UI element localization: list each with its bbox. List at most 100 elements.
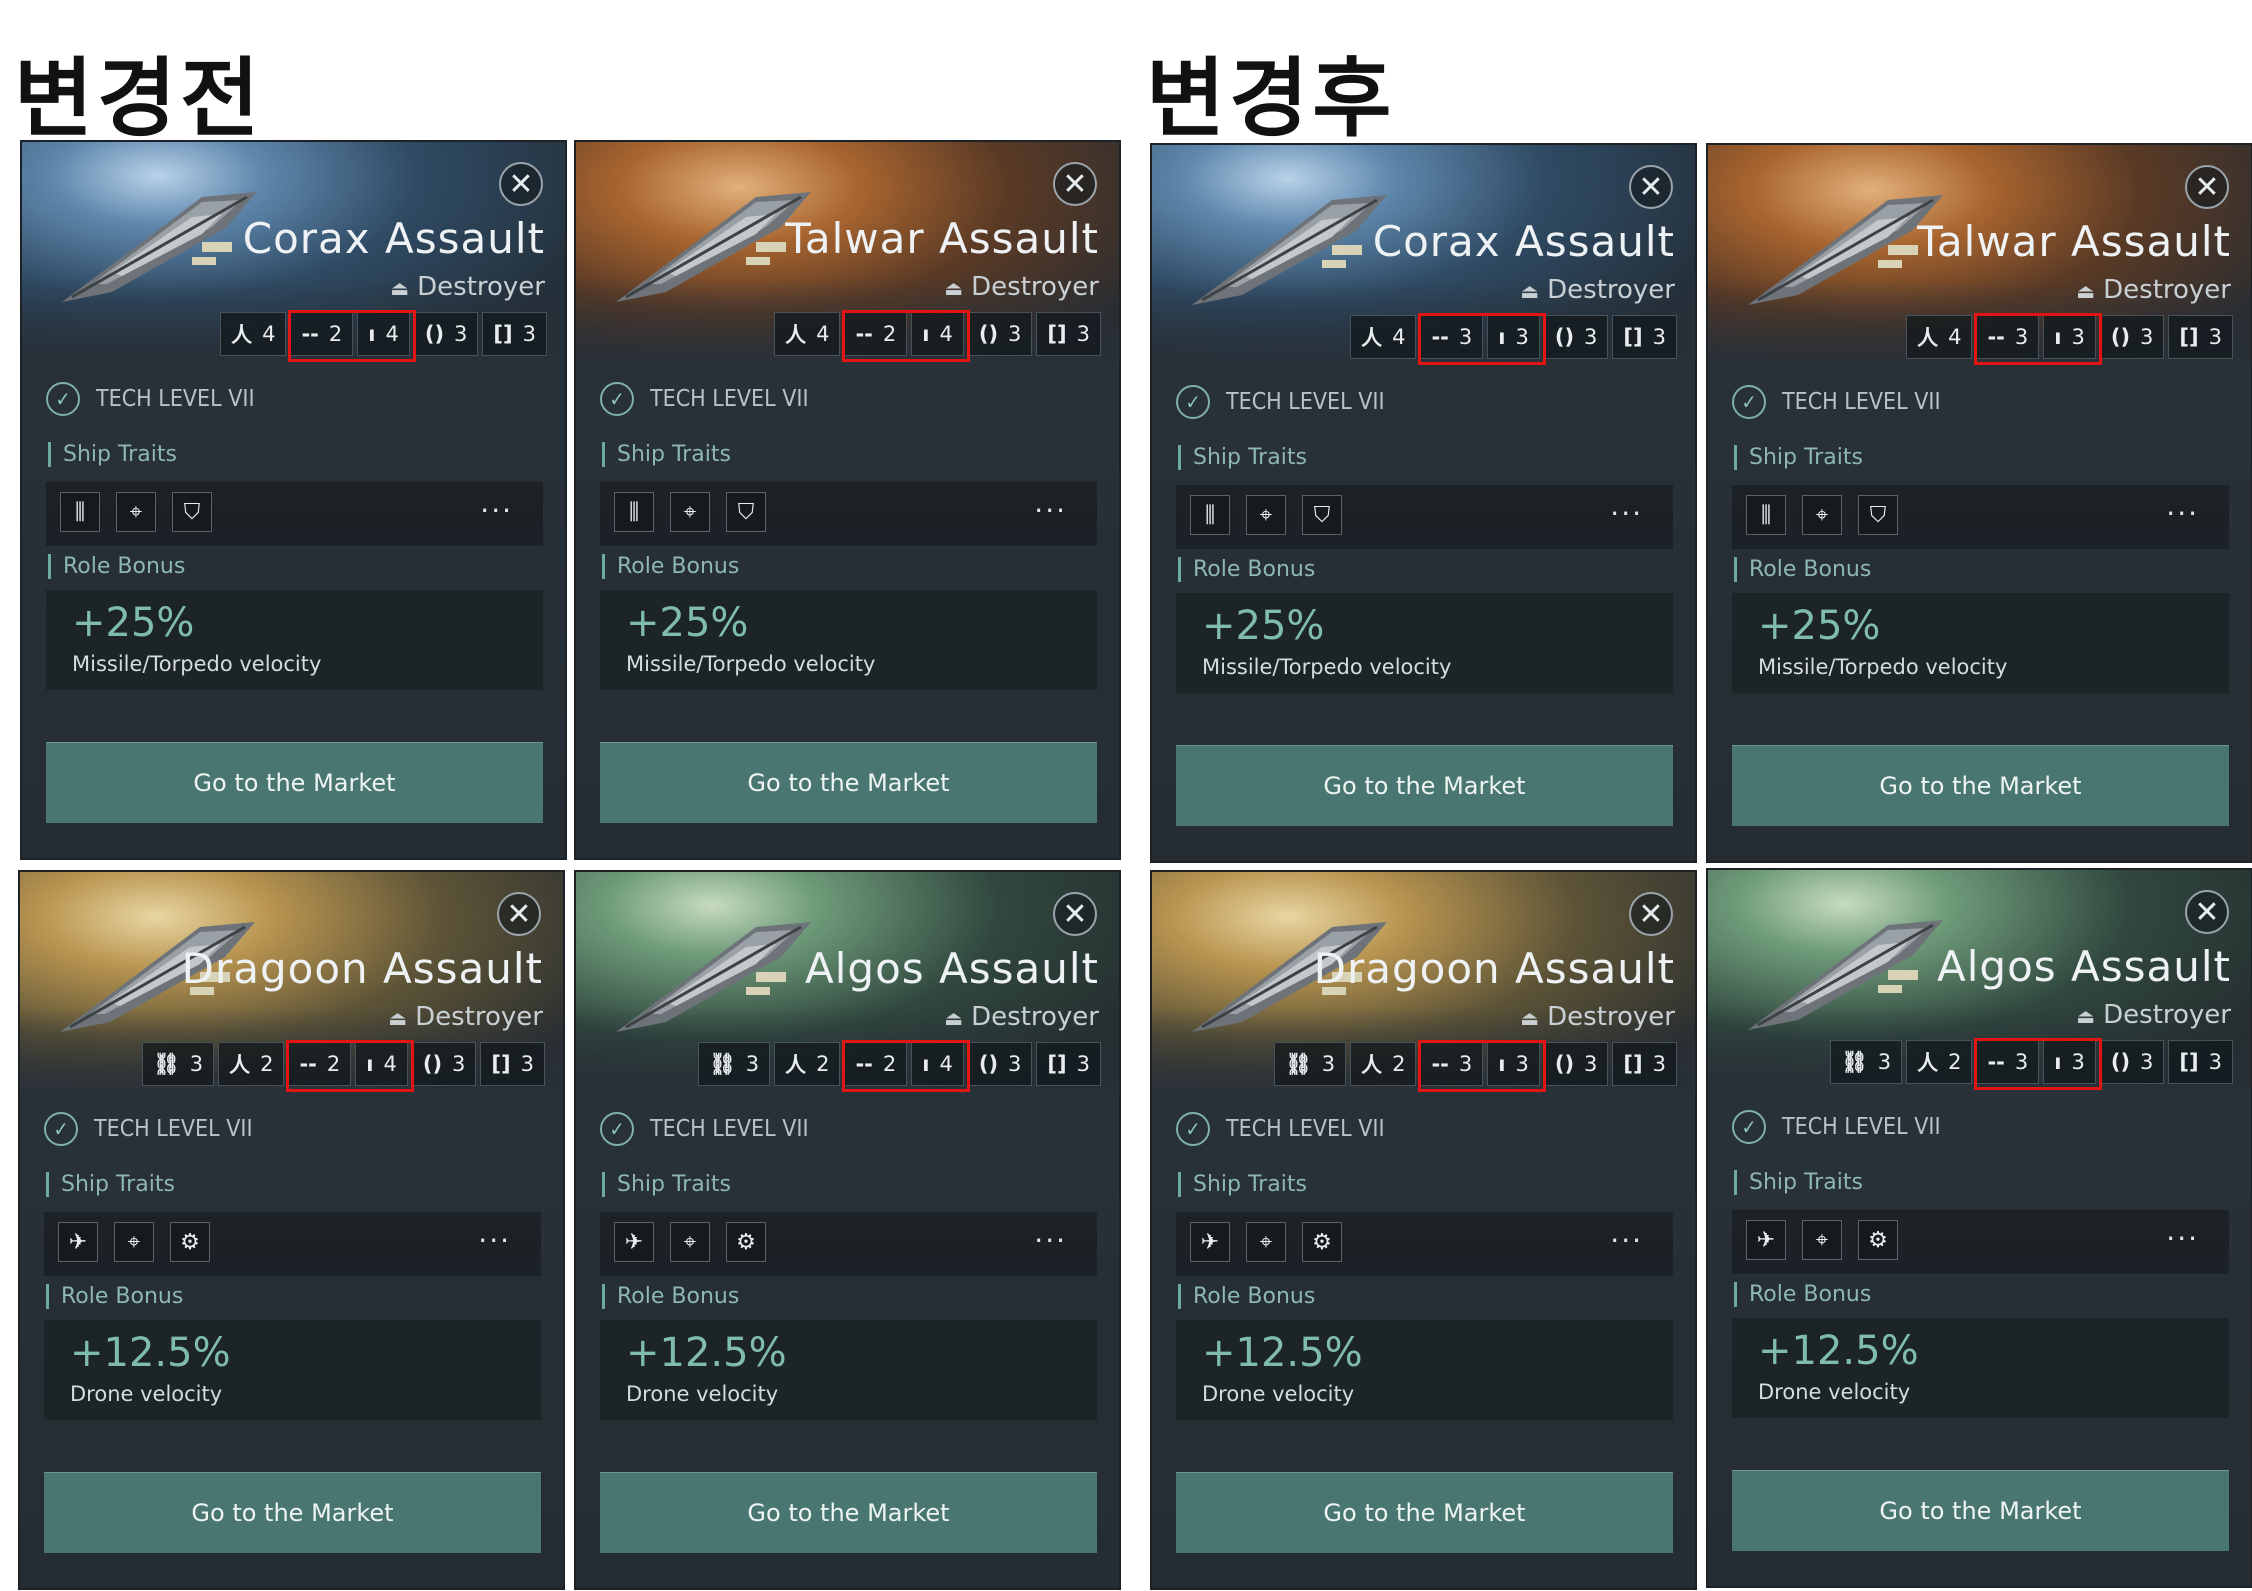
missile-launcher-icon[interactable]: ⫼ <box>1746 495 1786 535</box>
go-to-market-button[interactable]: Go to the Market <box>1176 1472 1673 1553</box>
more-button[interactable]: ··· <box>1610 497 1643 530</box>
ship-class-label: Destroyer <box>415 1002 543 1032</box>
go-to-market-button[interactable]: Go to the Market <box>600 742 1097 823</box>
shield-icon[interactable]: ⛉ <box>1858 495 1898 535</box>
drone-icon[interactable]: ✈ <box>1746 1220 1786 1260</box>
high-slot-icon: -- <box>299 1052 317 1076</box>
more-button[interactable]: ··· <box>478 1224 511 1257</box>
ship-name: Talwar Assault <box>1917 217 2231 266</box>
more-button[interactable]: ··· <box>2166 497 2199 530</box>
low-slot: () 3 <box>967 1042 1033 1086</box>
slot-count: 3 <box>2140 325 2154 349</box>
slot-count: 2 <box>882 1052 897 1076</box>
more-button[interactable]: ··· <box>2166 1222 2199 1255</box>
close-button[interactable]: ✕ <box>1053 162 1097 206</box>
ship-name: Corax Assault <box>242 214 545 263</box>
ship-card: ✕ Algos Assault ⏏ Destroyer ⛓ 3 人 2 -- 2 … <box>574 870 1121 1590</box>
targeting-icon[interactable]: ⌖ <box>114 1222 154 1262</box>
shield-icon[interactable]: ⛉ <box>726 492 766 532</box>
slot-count: 3 <box>1321 1052 1336 1076</box>
ship-card: ✕ Corax Assault ⏏ Destroyer 人 4 -- 2 ı 4 … <box>20 140 567 860</box>
drone-icon[interactable]: ✈ <box>1190 1222 1230 1262</box>
drone-icon[interactable]: ✈ <box>614 1222 654 1262</box>
drone-bay-slot: 人 2 <box>774 1042 841 1086</box>
close-button[interactable]: ✕ <box>1629 165 1673 209</box>
go-to-market-button[interactable]: Go to the Market <box>1732 745 2229 826</box>
go-to-market-button[interactable]: Go to the Market <box>1176 745 1673 826</box>
slot-count: 3 <box>2208 325 2222 349</box>
check-icon: ✓ <box>1176 1112 1210 1146</box>
drone-control-icon[interactable]: ⚙ <box>726 1222 766 1262</box>
ship-traits-row: ⫼ ⌖ ⛉ ··· <box>1176 485 1673 549</box>
targeting-icon[interactable]: ⌖ <box>116 492 156 532</box>
drone-icon[interactable]: ✈ <box>58 1222 98 1262</box>
mid-slot-icon: ı <box>2054 325 2062 349</box>
role-bonus-box: +25% Missile/Torpedo velocity <box>46 590 543 690</box>
low-slot-icon: () <box>978 322 999 346</box>
targeting-icon[interactable]: ⌖ <box>1246 1222 1286 1262</box>
missile-launcher-icon[interactable]: ⫼ <box>60 492 100 532</box>
close-button[interactable]: ✕ <box>497 892 541 936</box>
slot-count: 3 <box>2140 1050 2154 1074</box>
fitting-slots: 人 4 -- 2 ı 4 () 3 [] 3 <box>216 312 547 358</box>
go-to-market-button[interactable]: Go to the Market <box>44 1472 541 1553</box>
mid-slot: ı 3 <box>2043 1040 2096 1084</box>
tech-level: ✓ TECH LEVEL VII <box>1176 1112 1385 1146</box>
more-button[interactable]: ··· <box>1034 494 1067 527</box>
more-button[interactable]: ··· <box>1034 1224 1067 1257</box>
role-bonus-box: +12.5% Drone velocity <box>1176 1320 1673 1420</box>
high-slot-icon: -- <box>855 1052 873 1076</box>
ship-card: ✕ Dragoon Assault ⏏ Destroyer ⛓ 3 人 2 -- … <box>18 870 565 1590</box>
ship-traits-label: Ship Traits <box>48 442 177 467</box>
high-slot: -- 2 <box>288 1042 352 1086</box>
ship-class: ⏏ Destroyer <box>944 1002 1099 1032</box>
more-button[interactable]: ··· <box>1610 1224 1643 1257</box>
go-to-market-button[interactable]: Go to the Market <box>600 1472 1097 1553</box>
missile-launcher-icon[interactable]: ⫼ <box>1190 495 1230 535</box>
targeting-icon[interactable]: ⌖ <box>1246 495 1286 535</box>
role-bonus-label: Role Bonus <box>602 554 739 579</box>
targeting-icon[interactable]: ⌖ <box>670 492 710 532</box>
targeting-icon[interactable]: ⌖ <box>1802 495 1842 535</box>
ship-name: Dragoon Assault <box>181 944 543 993</box>
low-slot: () 3 <box>2099 315 2165 359</box>
role-bonus-box: +12.5% Drone velocity <box>44 1320 541 1420</box>
drone-control-icon[interactable]: ⚙ <box>1302 1222 1342 1262</box>
more-button[interactable]: ··· <box>480 494 513 527</box>
slot-count: 2 <box>882 322 897 346</box>
rig-slot-icon: [] <box>491 1052 511 1076</box>
close-button[interactable]: ✕ <box>2185 165 2229 209</box>
shield-icon[interactable]: ⛉ <box>172 492 212 532</box>
ship-traits-row: ✈ ⌖ ⚙ ··· <box>44 1212 541 1276</box>
fitting-slots: ⛓ 3 人 2 -- 3 ı 3 () 3 [] 3 <box>1270 1042 1677 1088</box>
tech-level: ✓ TECH LEVEL VII <box>1732 385 1941 419</box>
check-icon: ✓ <box>44 1112 78 1146</box>
close-button[interactable]: ✕ <box>1053 892 1097 936</box>
drone-control-icon[interactable]: ⚙ <box>170 1222 210 1262</box>
tech-level: ✓ TECH LEVEL VII <box>44 1112 253 1146</box>
slot-count: 4 <box>1392 325 1406 349</box>
close-button[interactable]: ✕ <box>499 162 543 206</box>
go-to-market-button[interactable]: Go to the Market <box>46 742 543 823</box>
mid-slot-icon: ı <box>2054 1050 2062 1074</box>
low-slot-icon: () <box>978 1052 999 1076</box>
rig-slot: [] 3 <box>1612 1042 1677 1086</box>
drone-control-icon[interactable]: ⚙ <box>1858 1220 1898 1260</box>
high-slot-icon: -- <box>1987 1050 2005 1074</box>
high-slot: -- 3 <box>1976 315 2040 359</box>
before-heading: 변경전 <box>14 49 264 149</box>
high-slot: -- 3 <box>1420 1042 1484 1086</box>
cargo-slot-icon: ⛓ <box>1841 1049 1868 1074</box>
rig-slot: [] 3 <box>2168 315 2233 359</box>
missile-launcher-icon[interactable]: ⫼ <box>614 492 654 532</box>
targeting-icon[interactable]: ⌖ <box>1802 1220 1842 1260</box>
ship-card: ✕ Talwar Assault ⏏ Destroyer 人 4 -- 3 ı 3… <box>1706 143 2252 863</box>
go-to-market-button[interactable]: Go to the Market <box>1732 1470 2229 1551</box>
close-button[interactable]: ✕ <box>2185 890 2229 934</box>
close-button[interactable]: ✕ <box>1629 892 1673 936</box>
targeting-icon[interactable]: ⌖ <box>670 1222 710 1262</box>
slot-count: 3 <box>2014 1050 2029 1074</box>
shield-icon[interactable]: ⛉ <box>1302 495 1342 535</box>
destroyer-class-icon: ⏏ <box>2076 279 2096 303</box>
rig-slot: [] 3 <box>1036 312 1101 356</box>
